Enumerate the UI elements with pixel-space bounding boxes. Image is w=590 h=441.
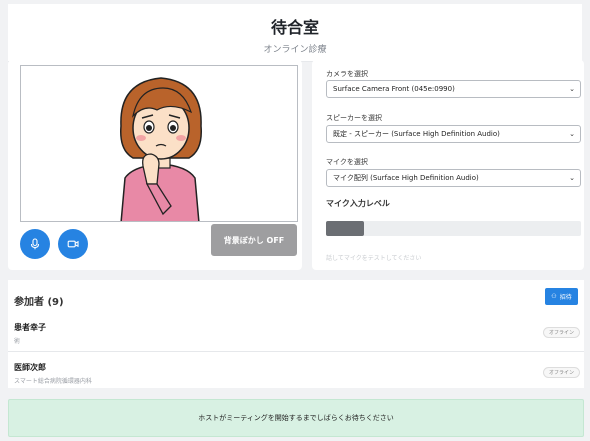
microphone-icon [30,238,40,250]
list-item: 医師次郎 スマート総合病院循環器内科 オフライン [8,358,584,392]
page-subtitle: オンライン診療 [263,45,327,55]
speaker-select[interactable]: 既定 - スピーカー (Surface High Definition Audi… [326,125,581,143]
participants-title: 参加者 (9) [14,297,64,308]
chevron-down-icon: ⌄ [569,174,575,182]
waiting-message: ホストがミーティングを開始するまでしばらくお待ちください [198,414,394,422]
camera-select[interactable]: Surface Camera Front (045e:0990) ⌄ [326,80,581,98]
mic-test-hint: 話してマイクをテストしてください [326,255,422,262]
video-camera-icon [67,240,79,248]
participant-subtitle: 術 [14,338,21,345]
speaker-select-label: スピーカーを選択 [326,114,382,122]
invite-button-label: 招待 [559,294,572,301]
video-preview [20,65,298,222]
video-preview-card: 背景ぼかし OFF [8,60,302,270]
camera-select-value: Surface Camera Front (045e:0990) [333,85,455,93]
add-user-icon: ⚇ [551,293,557,300]
waiting-banner: ホストがミーティングを開始するまでしばらくお待ちください [8,399,584,437]
participant-subtitle: スマート総合病院循環器内科 [14,378,92,385]
microphone-button[interactable] [20,229,50,259]
participant-name: 医師次郎 [14,363,46,372]
user-avatar-illustration [21,66,297,221]
list-item: 患者幸子 術 オフライン [8,318,584,352]
mic-select[interactable]: マイク配列 (Surface High Definition Audio) ⌄ [326,169,581,187]
status-badge: オフライン [542,367,580,378]
camera-select-label: カメラを選択 [326,70,368,78]
speaker-select-value: 既定 - スピーカー (Surface High Definition Audi… [333,130,500,138]
background-blur-button[interactable]: 背景ぼかし OFF [211,224,297,256]
mic-level-meter [326,221,581,236]
chevron-down-icon: ⌄ [569,85,575,93]
mic-level-fill [326,221,365,236]
header: 待合室 オンライン診療 [8,4,582,62]
divider [8,351,584,352]
participants-panel: 参加者 (9) ⚇ 招待 患者幸子 術 オフライン 医師次郎 スマート総合病院循… [8,280,584,388]
device-settings-card: カメラを選択 Surface Camera Front (045e:0990) … [312,60,584,270]
mic-level-label: マイク入力レベル [326,199,390,208]
invite-button[interactable]: ⚇ 招待 [545,288,578,305]
mic-select-label: マイクを選択 [326,158,368,166]
camera-button[interactable] [58,229,88,259]
page-title: 待合室 [270,18,319,37]
status-badge: オフライン [542,327,580,338]
participant-name: 患者幸子 [14,323,46,332]
chevron-down-icon: ⌄ [569,130,575,138]
mic-select-value: マイク配列 (Surface High Definition Audio) [333,174,479,182]
